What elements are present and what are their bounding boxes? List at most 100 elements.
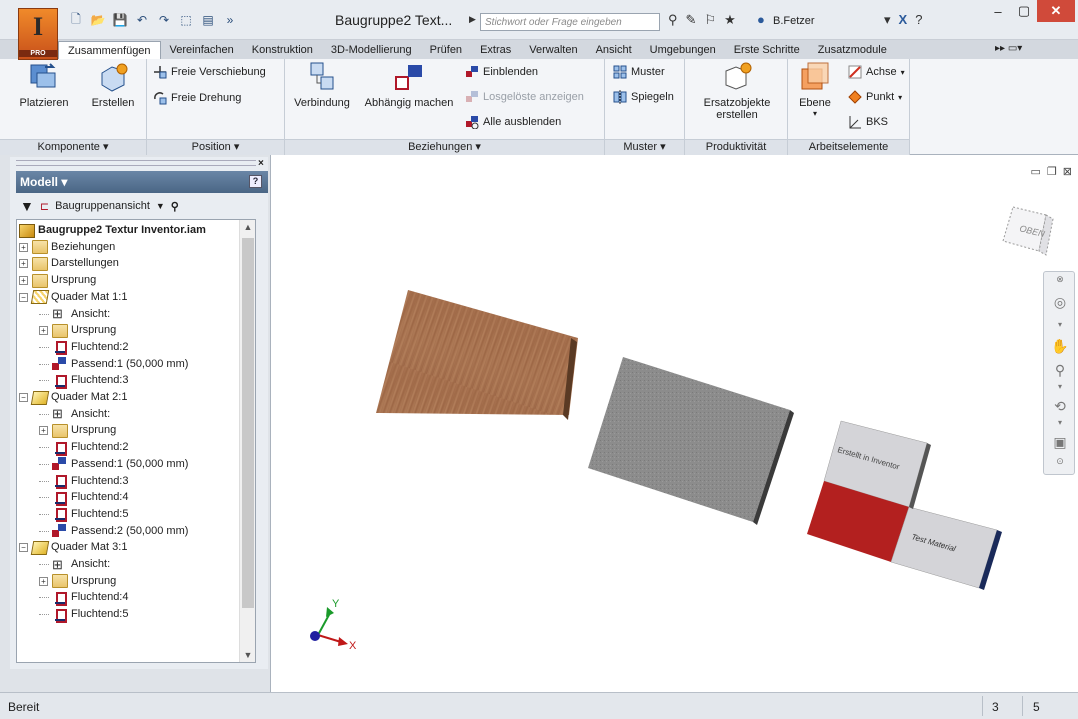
tree-node[interactable]: Ansicht: (39, 556, 110, 573)
find-icon[interactable]: ⚲ (171, 200, 179, 213)
panel-title-position[interactable]: Position ▾ (147, 139, 284, 155)
expand-icon[interactable]: + (39, 326, 48, 336)
expand-icon[interactable]: + (39, 426, 48, 436)
tree-node[interactable]: − Quader Mat 2:1 (19, 389, 127, 406)
ersatzobjekte-erstellen-button[interactable]: Ersatzobjekte erstellen (691, 61, 783, 121)
expand-icon[interactable]: + (19, 276, 28, 286)
redo-icon[interactable]: ↷ (154, 11, 174, 29)
new-icon[interactable]: 🗋 (66, 11, 86, 29)
dropdown-icon[interactable]: ▾ (884, 12, 891, 28)
bks-button[interactable]: BKS (848, 115, 888, 129)
save-icon[interactable]: 💾 (110, 11, 130, 29)
pan-icon[interactable]: ✋ (1048, 338, 1072, 358)
panel-title-komponente[interactable]: Komponente ▾ (0, 139, 146, 155)
tab-erste-schritte[interactable]: Erste Schritte (725, 41, 809, 59)
tab-umgebungen[interactable]: Umgebungen (641, 41, 725, 59)
panel-title-beziehungen[interactable]: Beziehungen ▾ (285, 139, 604, 155)
zoom-icon[interactable]: ⚲ (1048, 362, 1072, 382)
muster-button[interactable]: Muster (613, 65, 665, 79)
exchange-icon[interactable]: X (899, 12, 908, 28)
achse-button[interactable]: Achse ▾ (848, 65, 905, 79)
tree-node[interactable]: Fluchtend:4 (39, 589, 128, 606)
tree-node[interactable]: + Beziehungen (19, 239, 115, 256)
tree-node[interactable]: Passend:1 (50,000 mm) (39, 356, 188, 373)
tree-node[interactable]: + Ursprung (39, 573, 116, 590)
tree-node[interactable]: + Ursprung (39, 322, 116, 339)
tab-pruefen[interactable]: Prüfen (421, 41, 471, 59)
losgeloeste-anzeigen-button[interactable]: Losgelöste anzeigen (465, 90, 584, 104)
steel-block[interactable] (588, 357, 794, 525)
material-icon[interactable]: ▤ (198, 11, 218, 29)
tree-node[interactable]: Fluchtend:5 (39, 506, 128, 523)
tree-node[interactable]: Fluchtend:3 (39, 473, 128, 490)
expand-icon[interactable]: + (19, 259, 28, 269)
tools-icon[interactable]: ✎ (686, 12, 697, 28)
browser-help-icon[interactable]: ? (249, 175, 262, 188)
navbar-settings-icon[interactable]: ⊙ (1048, 456, 1072, 476)
select-icon[interactable]: ⬚ (176, 11, 196, 29)
tree-node[interactable]: + Ursprung (19, 272, 96, 289)
search-expand-icon[interactable]: ▶ (469, 14, 479, 28)
freie-verschiebung-button[interactable]: Freie Verschiebung (153, 65, 266, 79)
spiegeln-button[interactable]: Spiegeln (613, 90, 674, 104)
punkt-button[interactable]: Punkt ▾ (848, 90, 902, 104)
browser-close-icon[interactable]: × (258, 158, 264, 169)
search-input[interactable] (480, 13, 660, 31)
tab-verwalten[interactable]: Verwalten (520, 41, 586, 59)
browser-grip[interactable] (16, 160, 256, 166)
look-at-icon[interactable]: ▣ (1048, 434, 1072, 454)
tree-node[interactable]: Passend:1 (50,000 mm) (39, 456, 188, 473)
view-select-arrow-icon[interactable]: ▼ (156, 201, 165, 211)
erstellen-button[interactable]: Erstellen (86, 61, 140, 109)
tree-node[interactable]: + Ursprung (39, 422, 116, 439)
tree-scrollbar[interactable]: ▲ ▼ (239, 220, 255, 662)
favorites-icon[interactable]: ★ (724, 12, 736, 28)
help-icon[interactable]: ? (915, 12, 922, 28)
labeled-block[interactable]: Erstellt in Inventor Test Material (807, 420, 1002, 590)
einblenden-button[interactable]: Einblenden (465, 65, 538, 79)
wood-block[interactable] (376, 290, 578, 420)
abhaengig-machen-button[interactable]: Abhängig machen (361, 61, 457, 109)
scrollbar-thumb[interactable] (242, 238, 254, 608)
alle-ausblenden-button[interactable]: Alle ausblenden (465, 115, 561, 130)
collapse-icon[interactable]: − (19, 393, 28, 402)
tab-ansicht[interactable]: Ansicht (587, 41, 641, 59)
expand-icon[interactable]: + (19, 242, 28, 252)
tree-node[interactable]: Ansicht: (39, 405, 110, 423)
ebene-button[interactable]: Ebene ▾ (794, 61, 836, 118)
scroll-down-icon[interactable]: ▼ (243, 650, 253, 660)
tab-zusatzmodule[interactable]: Zusatzmodule (809, 41, 896, 59)
tree-node[interactable]: Passend:2 (50,000 mm) (39, 523, 188, 540)
tab-extras[interactable]: Extras (471, 41, 520, 59)
tree-node[interactable]: + Darstellungen (19, 255, 119, 272)
tab-vereinfachen[interactable]: Vereinfachen (161, 41, 243, 59)
orbit-icon[interactable]: ⟲ (1048, 398, 1072, 418)
undo-icon[interactable]: ↶ (132, 11, 152, 29)
graphics-viewport[interactable]: ▭ ❐ ⊠ Erstellt in Inventor Test Material… (270, 155, 1078, 692)
navbar-dropdown-icon[interactable]: ▾ (1048, 320, 1072, 340)
expand-icon[interactable]: + (39, 576, 48, 586)
collapse-icon[interactable]: − (19, 292, 28, 302)
freie-drehung-button[interactable]: Freie Drehung (153, 91, 241, 105)
navbar-close-icon[interactable]: ⊗ (1048, 274, 1072, 294)
scroll-up-icon[interactable]: ▲ (243, 222, 253, 232)
viewcube[interactable]: OBEN (1002, 206, 1054, 256)
close-button[interactable]: ✕ (1037, 0, 1075, 22)
tree-node[interactable]: Fluchtend:3 (39, 372, 128, 389)
tree-node[interactable]: Ansicht: (39, 305, 110, 323)
tree-node[interactable]: Fluchtend:5 (39, 606, 128, 623)
tab-zusammenfuegen[interactable]: Zusammenfügen (58, 41, 161, 59)
tree-node[interactable]: Fluchtend:4 (39, 489, 128, 506)
tab-3d-modellierung[interactable]: 3D-Modellierung (322, 41, 421, 59)
tree-node[interactable]: Fluchtend:2 (39, 439, 128, 456)
open-icon[interactable]: 📂 (88, 11, 108, 29)
tree-node[interactable]: − Quader Mat 1:1 (19, 289, 127, 306)
binoculars-icon[interactable]: ⚲ (668, 12, 678, 28)
maximize-button[interactable]: ▢ (1011, 0, 1037, 22)
panel-title-muster[interactable]: Muster ▾ (605, 139, 684, 155)
collapse-icon[interactable]: − (19, 543, 28, 553)
tree-node[interactable]: Baugruppe2 Textur Inventor.iam (19, 222, 206, 239)
platzieren-button[interactable]: Platzieren (16, 61, 72, 109)
view-select[interactable]: Baugruppenansicht (55, 200, 150, 212)
tree-node[interactable]: Fluchtend:2 (39, 339, 128, 356)
